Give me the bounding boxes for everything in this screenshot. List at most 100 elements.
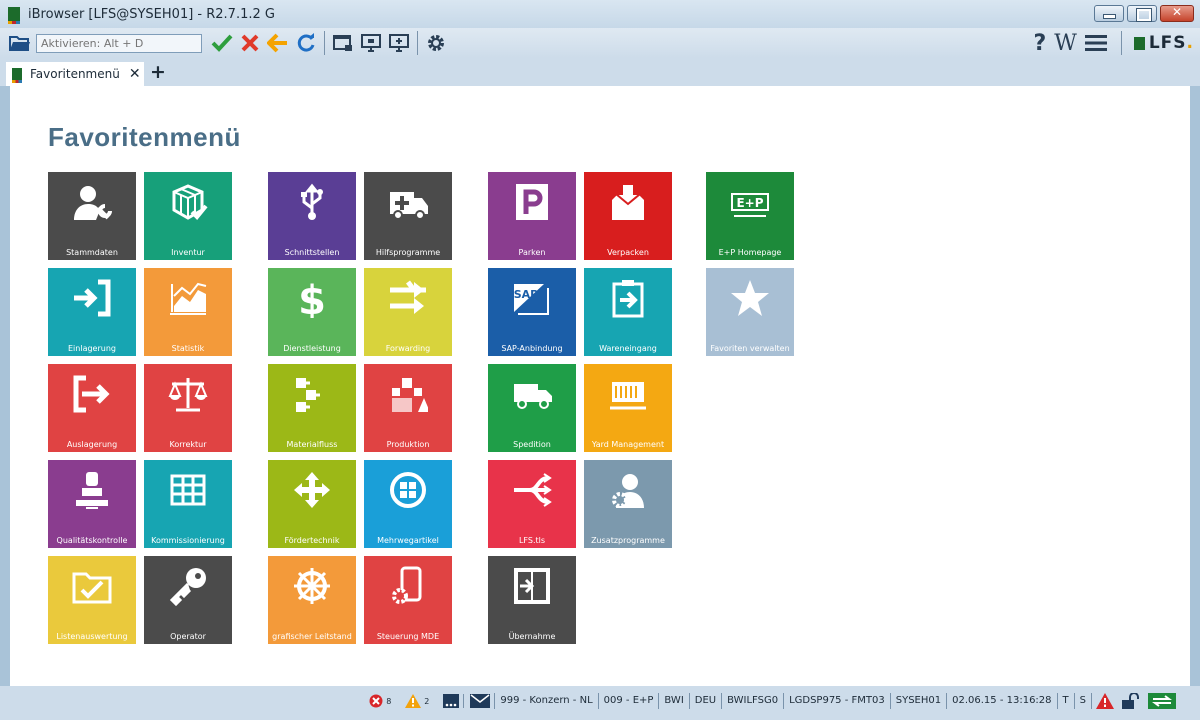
tile-label: E+P Homepage [718, 248, 782, 257]
back-button[interactable] [264, 30, 292, 56]
warning-indicator[interactable]: 2 [401, 694, 439, 708]
status-s: S [1075, 693, 1092, 709]
tile-e-p-homepage[interactable]: E+P E+P Homepage [706, 172, 794, 260]
arrows-right-icon [390, 280, 426, 314]
tile-listenauswertung[interactable]: Listenauswertung [48, 556, 136, 644]
menu-icon[interactable] [1084, 35, 1107, 51]
window-icon [333, 35, 352, 51]
tile-produktion[interactable]: Produktion [364, 364, 452, 452]
tile-auslagerung[interactable]: Auslagerung [48, 364, 136, 452]
parking-icon [516, 184, 548, 220]
tile-label: Produktion [386, 440, 430, 449]
search-input[interactable] [36, 33, 202, 53]
monitor-alt-button[interactable] [385, 30, 413, 56]
tile-label: Fördertechnik [284, 536, 340, 545]
tile-korrektur[interactable]: Korrektur [144, 364, 232, 452]
tab-bar: Favoritenmenü ✕ + [0, 58, 1200, 86]
tile-hilfsprogramme[interactable]: Hilfsprogramme [364, 172, 452, 260]
add-tab-button[interactable]: + [150, 61, 166, 83]
tile-label: Übernahme [508, 632, 556, 641]
tile-materialfluss[interactable]: Materialfluss [268, 364, 356, 452]
tile-label: Operator [170, 632, 206, 641]
tile-verpacken[interactable]: Verpacken [584, 172, 672, 260]
tile-kommissionierung[interactable]: Kommissionierung [144, 460, 232, 548]
tile-wareneingang[interactable]: Wareneingang [584, 268, 672, 356]
tab-label: Favoritenmenü [30, 67, 120, 81]
status-user: BWILFSG0 [722, 693, 785, 709]
tile-dienstleistung[interactable]: $ Dienstleistung [268, 268, 356, 356]
toolbar: ? W LFS. [0, 28, 1200, 58]
maximize-button[interactable] [1127, 5, 1157, 22]
tab-favoritenmenu[interactable]: Favoritenmenü ✕ [6, 62, 144, 86]
tab-close-icon[interactable]: ✕ [129, 66, 141, 82]
tile-label: Einlagerung [68, 344, 116, 353]
tile-label: Favoriten verwalten [710, 344, 790, 353]
open-folder-button[interactable] [6, 30, 34, 56]
more-button[interactable] [439, 694, 463, 708]
tile-label: Listenauswertung [56, 632, 128, 641]
confirm-button[interactable] [208, 30, 236, 56]
tile-qualitätskontrolle[interactable]: Qualitätskontrolle [48, 460, 136, 548]
settings-button[interactable] [422, 30, 450, 56]
tile-übernahme[interactable]: Übernahme [488, 556, 576, 644]
tile-zusatzprogramme[interactable]: Zusatzprogramme [584, 460, 672, 548]
sync-button[interactable] [1144, 693, 1180, 709]
cancel-button[interactable] [236, 30, 264, 56]
svg-text:$: $ [298, 278, 326, 318]
message-button[interactable] [463, 694, 494, 708]
status-items: 8 2 999 - Konzern - NL 009 - E+P BWI DEU… [365, 690, 1180, 712]
window-title: iBrowser [LFS@SYSEH01] - R2.7.1.2 G [28, 6, 275, 22]
window-button[interactable] [329, 30, 357, 56]
yard-icon [610, 382, 646, 410]
tile-label: Spedition [513, 440, 551, 449]
tile-statistik[interactable]: Statistik [144, 268, 232, 356]
tile-stammdaten[interactable]: Stammdaten [48, 172, 136, 260]
lock-button[interactable] [1118, 693, 1144, 709]
tile-fördertechnik[interactable]: Fördertechnik [268, 460, 356, 548]
minimize-button[interactable] [1094, 5, 1124, 22]
tile-mehrwegartikel[interactable]: Mehrwegartikel [364, 460, 452, 548]
toolbar-right: ? W LFS. [1033, 28, 1194, 58]
tile-label: Materialfluss [286, 440, 338, 449]
check-icon [211, 34, 233, 52]
tile-inventur[interactable]: Inventur [144, 172, 232, 260]
monitor-button[interactable] [357, 30, 385, 56]
star-icon [731, 280, 769, 316]
tile-label: Wareneingang [599, 344, 657, 353]
tile-label: SAP-Anbindung [501, 344, 563, 353]
tile-label: Parken [518, 248, 546, 257]
tile-favoriten-verwalten[interactable]: Favoriten verwalten [706, 268, 794, 356]
tile-einlagerung[interactable]: Einlagerung [48, 268, 136, 356]
refresh-icon [297, 33, 315, 52]
tile-forwarding[interactable]: Forwarding [364, 268, 452, 356]
tile-yard-management[interactable]: Yard Management [584, 364, 672, 452]
tile-steuerung-mde[interactable]: Steuerung MDE [364, 556, 452, 644]
app-logo-icon [8, 7, 20, 24]
error-count: 8 [386, 696, 392, 706]
folder-icon [9, 36, 30, 51]
tile-parken[interactable]: Parken [488, 172, 576, 260]
tile-label: Mehrwegartikel [377, 536, 439, 545]
refresh-button[interactable] [292, 30, 320, 56]
tab-app-icon [12, 68, 22, 83]
tile-operator[interactable]: Operator [144, 556, 232, 644]
toolbar-separator [1120, 31, 1122, 55]
close-button[interactable] [1160, 5, 1194, 22]
chart-icon [170, 282, 207, 315]
tile-grafischer-leitstand[interactable]: grafischer Leitstand [268, 556, 356, 644]
help-button[interactable]: ? [1033, 31, 1046, 56]
key-icon [169, 568, 206, 606]
clipboard-icon [612, 280, 644, 318]
tile-sap-anbindung[interactable]: SAP SAP-Anbindung [488, 268, 576, 356]
main-content: Favoritenmenü Stammdaten Inventur Schnitts… [10, 86, 1190, 686]
tile-label: Verpacken [607, 248, 649, 257]
alert-button[interactable] [1092, 693, 1118, 709]
tile-spedition[interactable]: Spedition [488, 364, 576, 452]
tile-label: Auslagerung [66, 440, 118, 449]
tile-lfs-tls[interactable]: LFS.tls [488, 460, 576, 548]
wiki-button[interactable]: W [1054, 31, 1077, 56]
tile-label: Inventur [171, 248, 205, 257]
tile-schnittstellen[interactable]: Schnittstellen [268, 172, 356, 260]
error-indicator[interactable]: 8 [365, 694, 401, 708]
sync-icon [1148, 693, 1176, 709]
